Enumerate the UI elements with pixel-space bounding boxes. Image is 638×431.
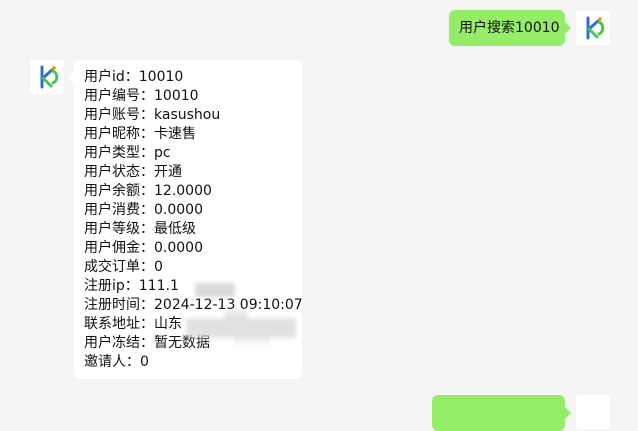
user-info-line: 用户消费：0.0000 xyxy=(84,202,203,218)
user-info-line: 邀请人：0 xyxy=(84,354,149,370)
user-info-line: 用户昵称：卡速售 xyxy=(84,126,196,142)
privacy-blur-mask xyxy=(195,283,235,297)
user-info-line: 用户id：10010 xyxy=(84,69,184,85)
user-avatar[interactable] xyxy=(576,11,610,45)
user-info-line: 注册时间：2024-12-13 09:10:07 xyxy=(84,297,303,313)
user-info-line: 用户状态：开通 xyxy=(84,164,182,180)
user-info-line: 成交订单：0 xyxy=(84,259,163,275)
incoming-message-bubble: 用户id：10010 用户编号：10010 用户账号：kasushou 用户昵称：卡速… xyxy=(68,60,303,379)
user-info-line: 用户等级：最低级 xyxy=(84,221,196,237)
bot-avatar[interactable] xyxy=(30,60,64,94)
privacy-blur-mask xyxy=(186,318,296,338)
user-info-line: 用户编号：10010 xyxy=(84,88,199,104)
outgoing-message-bubble: 用户搜索10010 xyxy=(449,10,571,46)
kasushou-logo-icon xyxy=(30,60,64,94)
user-info-line: 用户佣金：0.0000 xyxy=(84,240,203,256)
user-avatar-partial[interactable] xyxy=(576,395,610,429)
privacy-blur-mask xyxy=(234,336,270,344)
user-info-line: 用户账号：kasushou xyxy=(84,107,221,123)
kasushou-logo-icon xyxy=(576,11,610,45)
outgoing-message-text: 用户搜索10010 xyxy=(459,20,560,36)
outgoing-message-bubble-partial xyxy=(432,395,571,431)
user-info-line: 注册ip：111.1 xyxy=(84,278,179,294)
user-info-line: 用户类型：pc xyxy=(84,145,171,161)
user-info-line: 用户余额：12.0000 xyxy=(84,183,212,199)
